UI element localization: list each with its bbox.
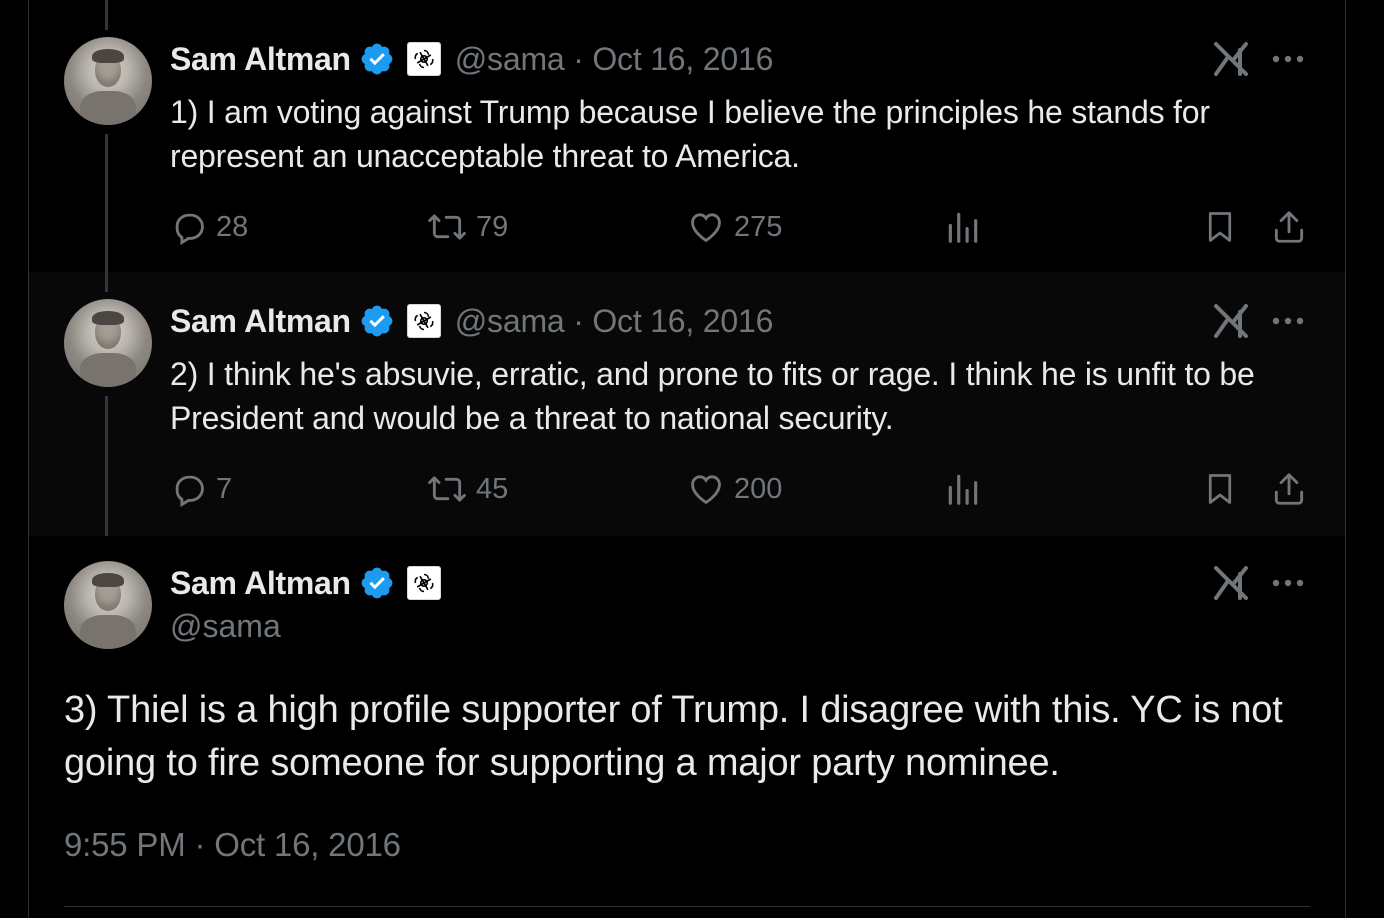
openai-logo-icon[interactable] [406, 566, 441, 600]
author-name[interactable]: Sam Altman [170, 565, 351, 602]
repost-icon [428, 476, 466, 502]
like-count: 275 [734, 210, 783, 243]
tweet-text: 2) I think he's absuvie, erratic, and pr… [170, 356, 1255, 436]
openai-logo-icon[interactable] [406, 42, 441, 76]
repost-count: 79 [476, 210, 509, 243]
bookmark-icon [1208, 212, 1232, 242]
tweet-text: 3) Thiel is a high profile supporter of … [64, 689, 1283, 784]
reply-button[interactable]: 28 [170, 207, 248, 247]
thread-line [105, 134, 108, 290]
handle-date[interactable]: @sama · Oct 16, 2016 [455, 303, 774, 340]
like-icon [691, 475, 721, 505]
grok-icon[interactable] [1213, 304, 1249, 338]
like-button[interactable]: 200 [686, 469, 782, 509]
views-icon [948, 474, 978, 505]
author-name[interactable]: Sam Altman [170, 303, 351, 340]
bookmark-button[interactable] [1202, 469, 1238, 509]
tweet-text: 1) I am voting against Trump because I b… [170, 94, 1210, 174]
more-icon[interactable] [1271, 578, 1305, 588]
tweet-actions: 7 45 200 [170, 469, 1310, 509]
thread-line [105, 0, 108, 30]
reply-button[interactable]: 7 [170, 469, 232, 509]
verified-badge-icon[interactable] [359, 41, 395, 77]
bookmark-button[interactable] [1202, 207, 1238, 247]
more-icon[interactable] [1271, 316, 1305, 326]
avatar[interactable] [64, 561, 152, 649]
tweet-actions: 28 79 275 [170, 207, 1310, 247]
more-icon[interactable] [1271, 54, 1305, 64]
divider [64, 906, 1310, 907]
author-name[interactable]: Sam Altman [170, 41, 351, 78]
author-handle[interactable]: @sama [170, 608, 281, 645]
like-count: 200 [734, 472, 783, 505]
bookmark-icon [1208, 474, 1232, 504]
tweet-header: Sam Altman @sama · Oct 16, 2016 [170, 301, 773, 341]
share-icon [1274, 211, 1304, 243]
views-icon [948, 212, 978, 243]
repost-button[interactable]: 45 [426, 469, 508, 509]
grok-icon[interactable] [1213, 566, 1249, 600]
tweet-header: Sam Altman @sama · Oct 16, 2016 [170, 39, 773, 79]
avatar[interactable] [64, 37, 152, 125]
thread-line [105, 272, 108, 292]
handle-date[interactable]: @sama · Oct 16, 2016 [455, 41, 774, 78]
verified-badge-icon[interactable] [359, 303, 395, 339]
like-icon [691, 213, 721, 243]
repost-icon [428, 214, 466, 240]
reply-icon [175, 213, 204, 246]
avatar[interactable] [64, 299, 152, 387]
tweet-header: Sam Altman [170, 563, 441, 603]
tweet-timestamp[interactable]: 9:55 PM · Oct 16, 2016 [64, 826, 401, 864]
openai-logo-icon[interactable] [406, 304, 441, 338]
thread-line [105, 396, 108, 550]
like-button[interactable]: 275 [686, 207, 782, 247]
share-icon [1274, 473, 1304, 505]
views-button[interactable] [944, 469, 982, 509]
share-button[interactable] [1270, 207, 1308, 247]
views-button[interactable] [944, 207, 982, 247]
repost-count: 45 [476, 472, 509, 505]
reply-count: 7 [216, 472, 233, 505]
repost-button[interactable]: 79 [426, 207, 508, 247]
verified-badge-icon[interactable] [359, 565, 395, 601]
grok-icon[interactable] [1213, 42, 1249, 76]
share-button[interactable] [1270, 469, 1308, 509]
reply-icon [175, 475, 204, 508]
reply-count: 28 [216, 210, 249, 243]
